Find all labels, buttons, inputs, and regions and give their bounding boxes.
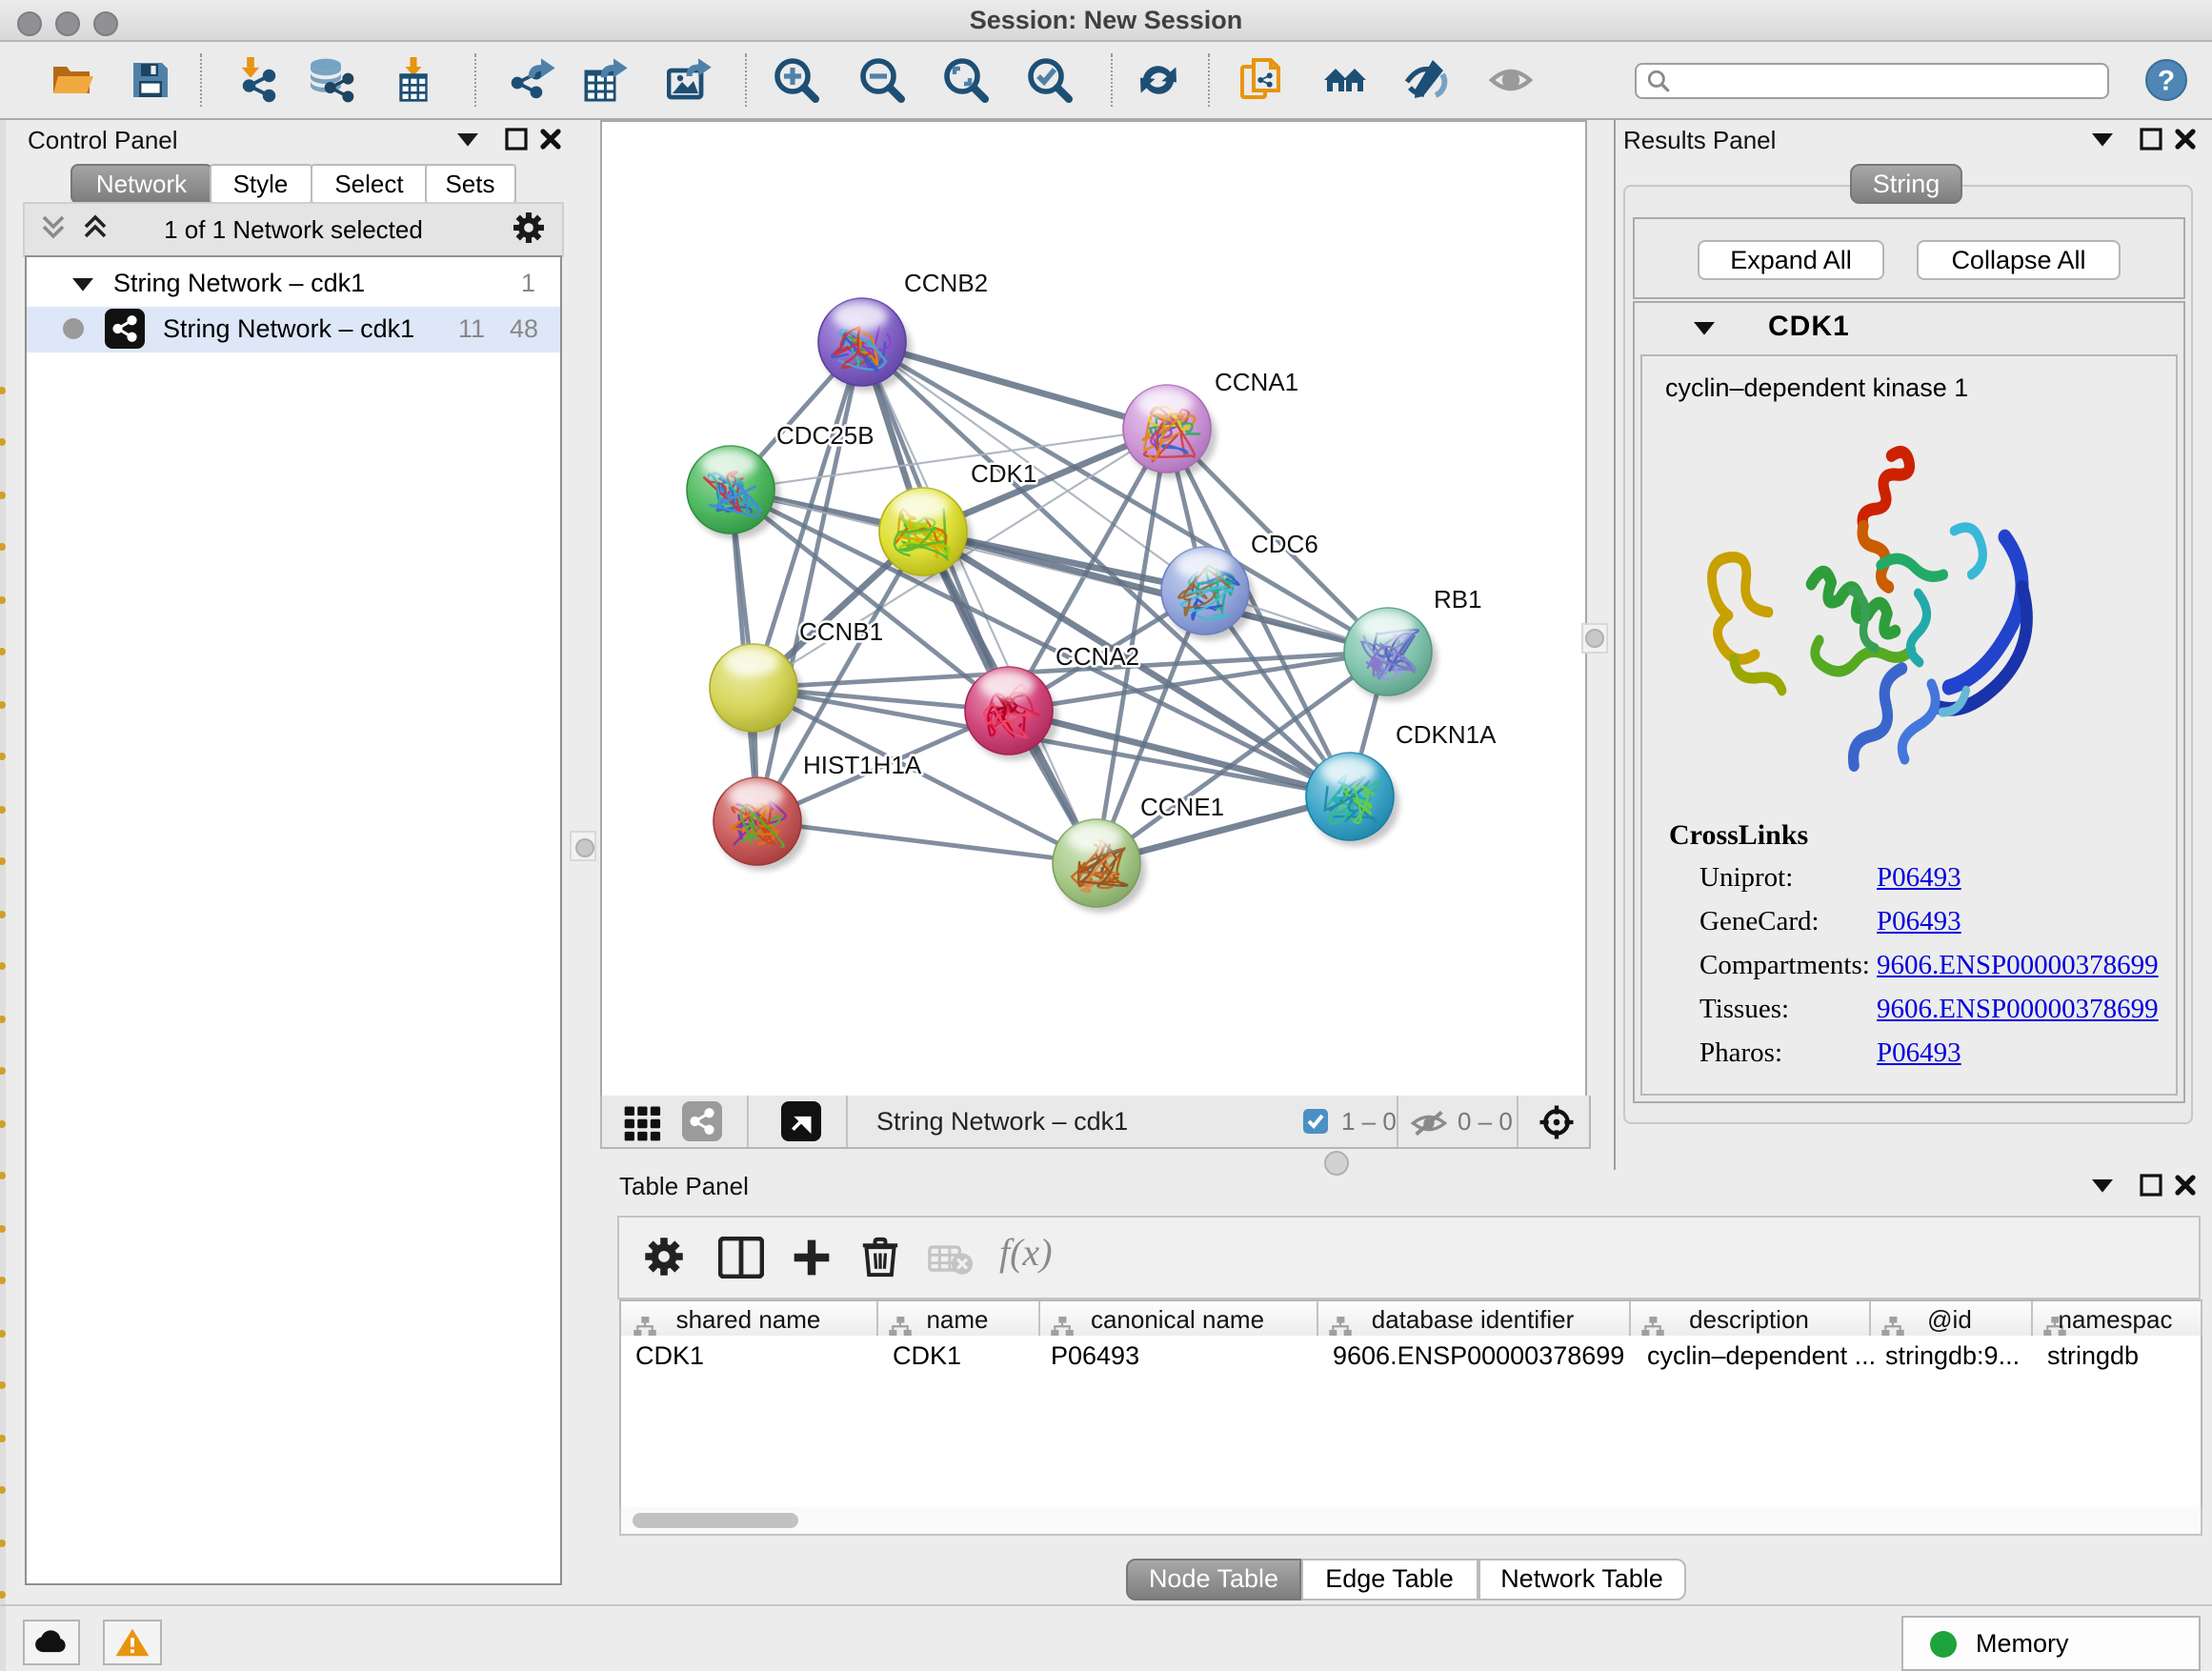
svg-text:RB1: RB1 — [1434, 584, 1482, 613]
svg-text:CDKN1A: CDKN1A — [1396, 719, 1497, 748]
svg-text:CCNB2: CCNB2 — [904, 268, 988, 296]
svg-text:CCNE1: CCNE1 — [1140, 792, 1224, 820]
svg-text:CCNA1: CCNA1 — [1215, 367, 1298, 395]
svg-text:CCNA2: CCNA2 — [1056, 641, 1139, 670]
svg-text:CDC6: CDC6 — [1251, 529, 1318, 557]
svg-text:CDC25B: CDC25B — [776, 420, 875, 449]
svg-text:?: ? — [2158, 64, 2175, 95]
svg-text:CCNB1: CCNB1 — [799, 616, 883, 645]
svg-text:HIST1H1A: HIST1H1A — [803, 750, 922, 778]
svg-text:CDK1: CDK1 — [971, 458, 1036, 487]
